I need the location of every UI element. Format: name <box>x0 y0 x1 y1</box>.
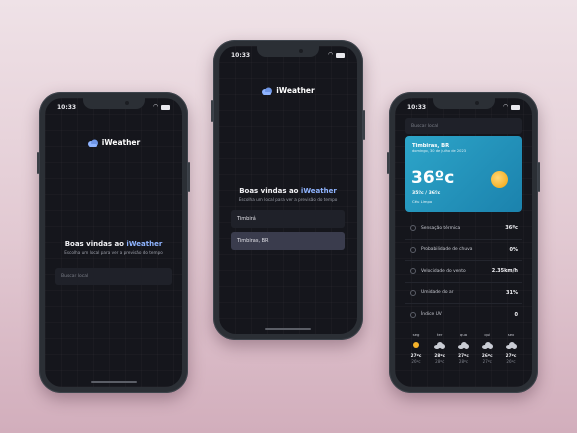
phone-weather: 10:33 ◠ Buscar local Timbiras, BR doming… <box>387 92 540 393</box>
sun-icon <box>410 311 416 318</box>
forecast-max: 27ºc <box>458 353 469 358</box>
thermometer-icon <box>410 225 416 232</box>
detail-row: Índice UV 0 <box>405 304 522 326</box>
drop-icon <box>410 289 416 296</box>
status-time: 10:33 <box>57 104 77 111</box>
forecast-min: 27ºc <box>482 359 492 364</box>
forecast-day-name: qui <box>484 332 491 337</box>
detail-label: Umidade do ar <box>421 290 454 296</box>
forecast-day: seg 27ºc 26ºc <box>407 332 425 364</box>
cloud-logo-icon <box>262 87 273 95</box>
forecast-day-name: seg <box>412 332 420 337</box>
suggestion-item[interactable]: Timbiras, BR <box>231 232 345 250</box>
forecast-day: sex 27ºc 26ºc <box>502 332 520 364</box>
welcome-block: Boas vindas ao iWeather Escolha um local… <box>45 240 182 255</box>
forecast-day-name: sex <box>507 332 515 337</box>
detail-label: Índice UV <box>421 312 442 318</box>
forecast-min: 28ºc <box>458 359 469 364</box>
forecast-min: 28ºc <box>435 359 445 364</box>
welcome-block: Boas vindas ao iWeather Escolha um local… <box>219 187 357 202</box>
forecast-day: ter 28ºc 28ºc <box>431 332 449 364</box>
detail-row: Sensação térmica 36ºc <box>405 218 522 240</box>
weather-screen: 10:33 ◠ Buscar local Timbiras, BR doming… <box>395 98 532 387</box>
forecast-day: qua 27ºc 28ºc <box>455 332 473 364</box>
detail-value: 0 <box>514 311 518 318</box>
temperature-range: 35ºc / 36ºc <box>412 191 441 196</box>
app-logo: iWeather <box>219 86 357 95</box>
cloud-icon <box>481 341 493 349</box>
forecast-max: 28ºc <box>434 353 446 358</box>
forecast-max: 27ºc <box>505 353 517 358</box>
search-input[interactable]: Buscar local <box>55 268 172 285</box>
forecast-day-name: qua <box>459 332 468 337</box>
wifi-icon: ◠ <box>328 51 333 58</box>
home-indicator <box>90 381 137 383</box>
weather-details: Sensação térmica 36ºc Probabilidade de c… <box>405 218 522 326</box>
forecast-min: 26ºc <box>411 359 421 364</box>
cloud-icon <box>458 341 469 349</box>
home-indicator <box>265 328 311 330</box>
detail-value: 31% <box>506 289 518 296</box>
detail-label: Velocidade do vento <box>421 268 466 274</box>
status-bar: 10:33 ◠ <box>55 104 172 114</box>
battery-icon <box>336 52 345 58</box>
cloud-logo-icon <box>87 139 98 147</box>
battery-icon <box>161 104 170 110</box>
app-name: iWeather <box>276 86 315 95</box>
forecast-max: 27ºc <box>410 353 422 358</box>
current-temperature: 36ºc <box>411 168 455 188</box>
forecast-day-name: ter <box>437 332 443 337</box>
detail-row: Probabilidade de chuva 0% <box>405 240 522 261</box>
welcome-screen: 10:33 ◠ iWeather Boas vindas ao iWeather… <box>45 98 182 387</box>
weather-hero-card: Timbiras, BR domingo, 30 de julho de 202… <box>405 136 522 212</box>
detail-label: Sensação térmica <box>421 225 461 231</box>
daily-forecast: seg 27ºc 26ºc ter 28ºc 28ºc qua 27ºc 28º… <box>407 332 520 364</box>
phone-welcome: 10:33 ◠ iWeather Boas vindas ao iWeather… <box>37 92 190 393</box>
welcome-subtitle: Escolha um local para ver a previsão do … <box>64 250 163 255</box>
detail-row: Velocidade do vento 2.35km/h <box>405 261 522 283</box>
detail-value: 36ºc <box>505 225 518 232</box>
cloud-icon <box>505 341 517 349</box>
phone-search: 10:33 ◠ iWeather Boas vindas ao iWeather… <box>211 40 365 340</box>
sun-icon <box>413 342 419 348</box>
battery-icon <box>511 104 520 110</box>
detail-value: 0% <box>509 246 519 253</box>
status-time: 10:33 <box>407 104 427 111</box>
forecast-max: 26ºc <box>481 353 493 358</box>
status-bar: 10:33 ◠ <box>405 104 522 114</box>
status-time: 10:33 <box>231 52 251 59</box>
app-name: iWeather <box>101 138 141 147</box>
detail-row: Umidade do ar 31% <box>405 283 522 304</box>
cloud-icon <box>434 341 446 349</box>
wind-icon <box>410 268 416 275</box>
forecast-min: 26ºc <box>506 359 516 364</box>
wifi-icon: ◠ <box>153 103 158 110</box>
app-logo: iWeather <box>45 138 182 147</box>
welcome-title: Boas vindas ao iWeather <box>239 187 337 195</box>
wifi-icon: ◠ <box>503 103 508 110</box>
sun-icon <box>491 171 508 188</box>
welcome-title: Boas vindas ao iWeather <box>64 240 163 248</box>
search-input[interactable]: Timbirá <box>231 210 345 228</box>
detail-value: 2.35km/h <box>491 268 518 275</box>
detail-label: Probabilidade de chuva <box>421 247 473 253</box>
status-bar: 10:33 ◠ <box>229 52 347 62</box>
search-screen: 10:33 ◠ iWeather Boas vindas ao iWeather… <box>219 46 357 334</box>
welcome-subtitle: Escolha um local para ver a previsão do … <box>238 197 338 202</box>
search-input[interactable]: Buscar local <box>405 118 522 134</box>
forecast-day: qui 26ºc 27ºc <box>478 332 496 364</box>
date-text: domingo, 30 de julho de 2023 <box>412 149 467 153</box>
rain-icon <box>410 246 416 253</box>
weather-condition: Céu Limpo <box>412 199 433 204</box>
